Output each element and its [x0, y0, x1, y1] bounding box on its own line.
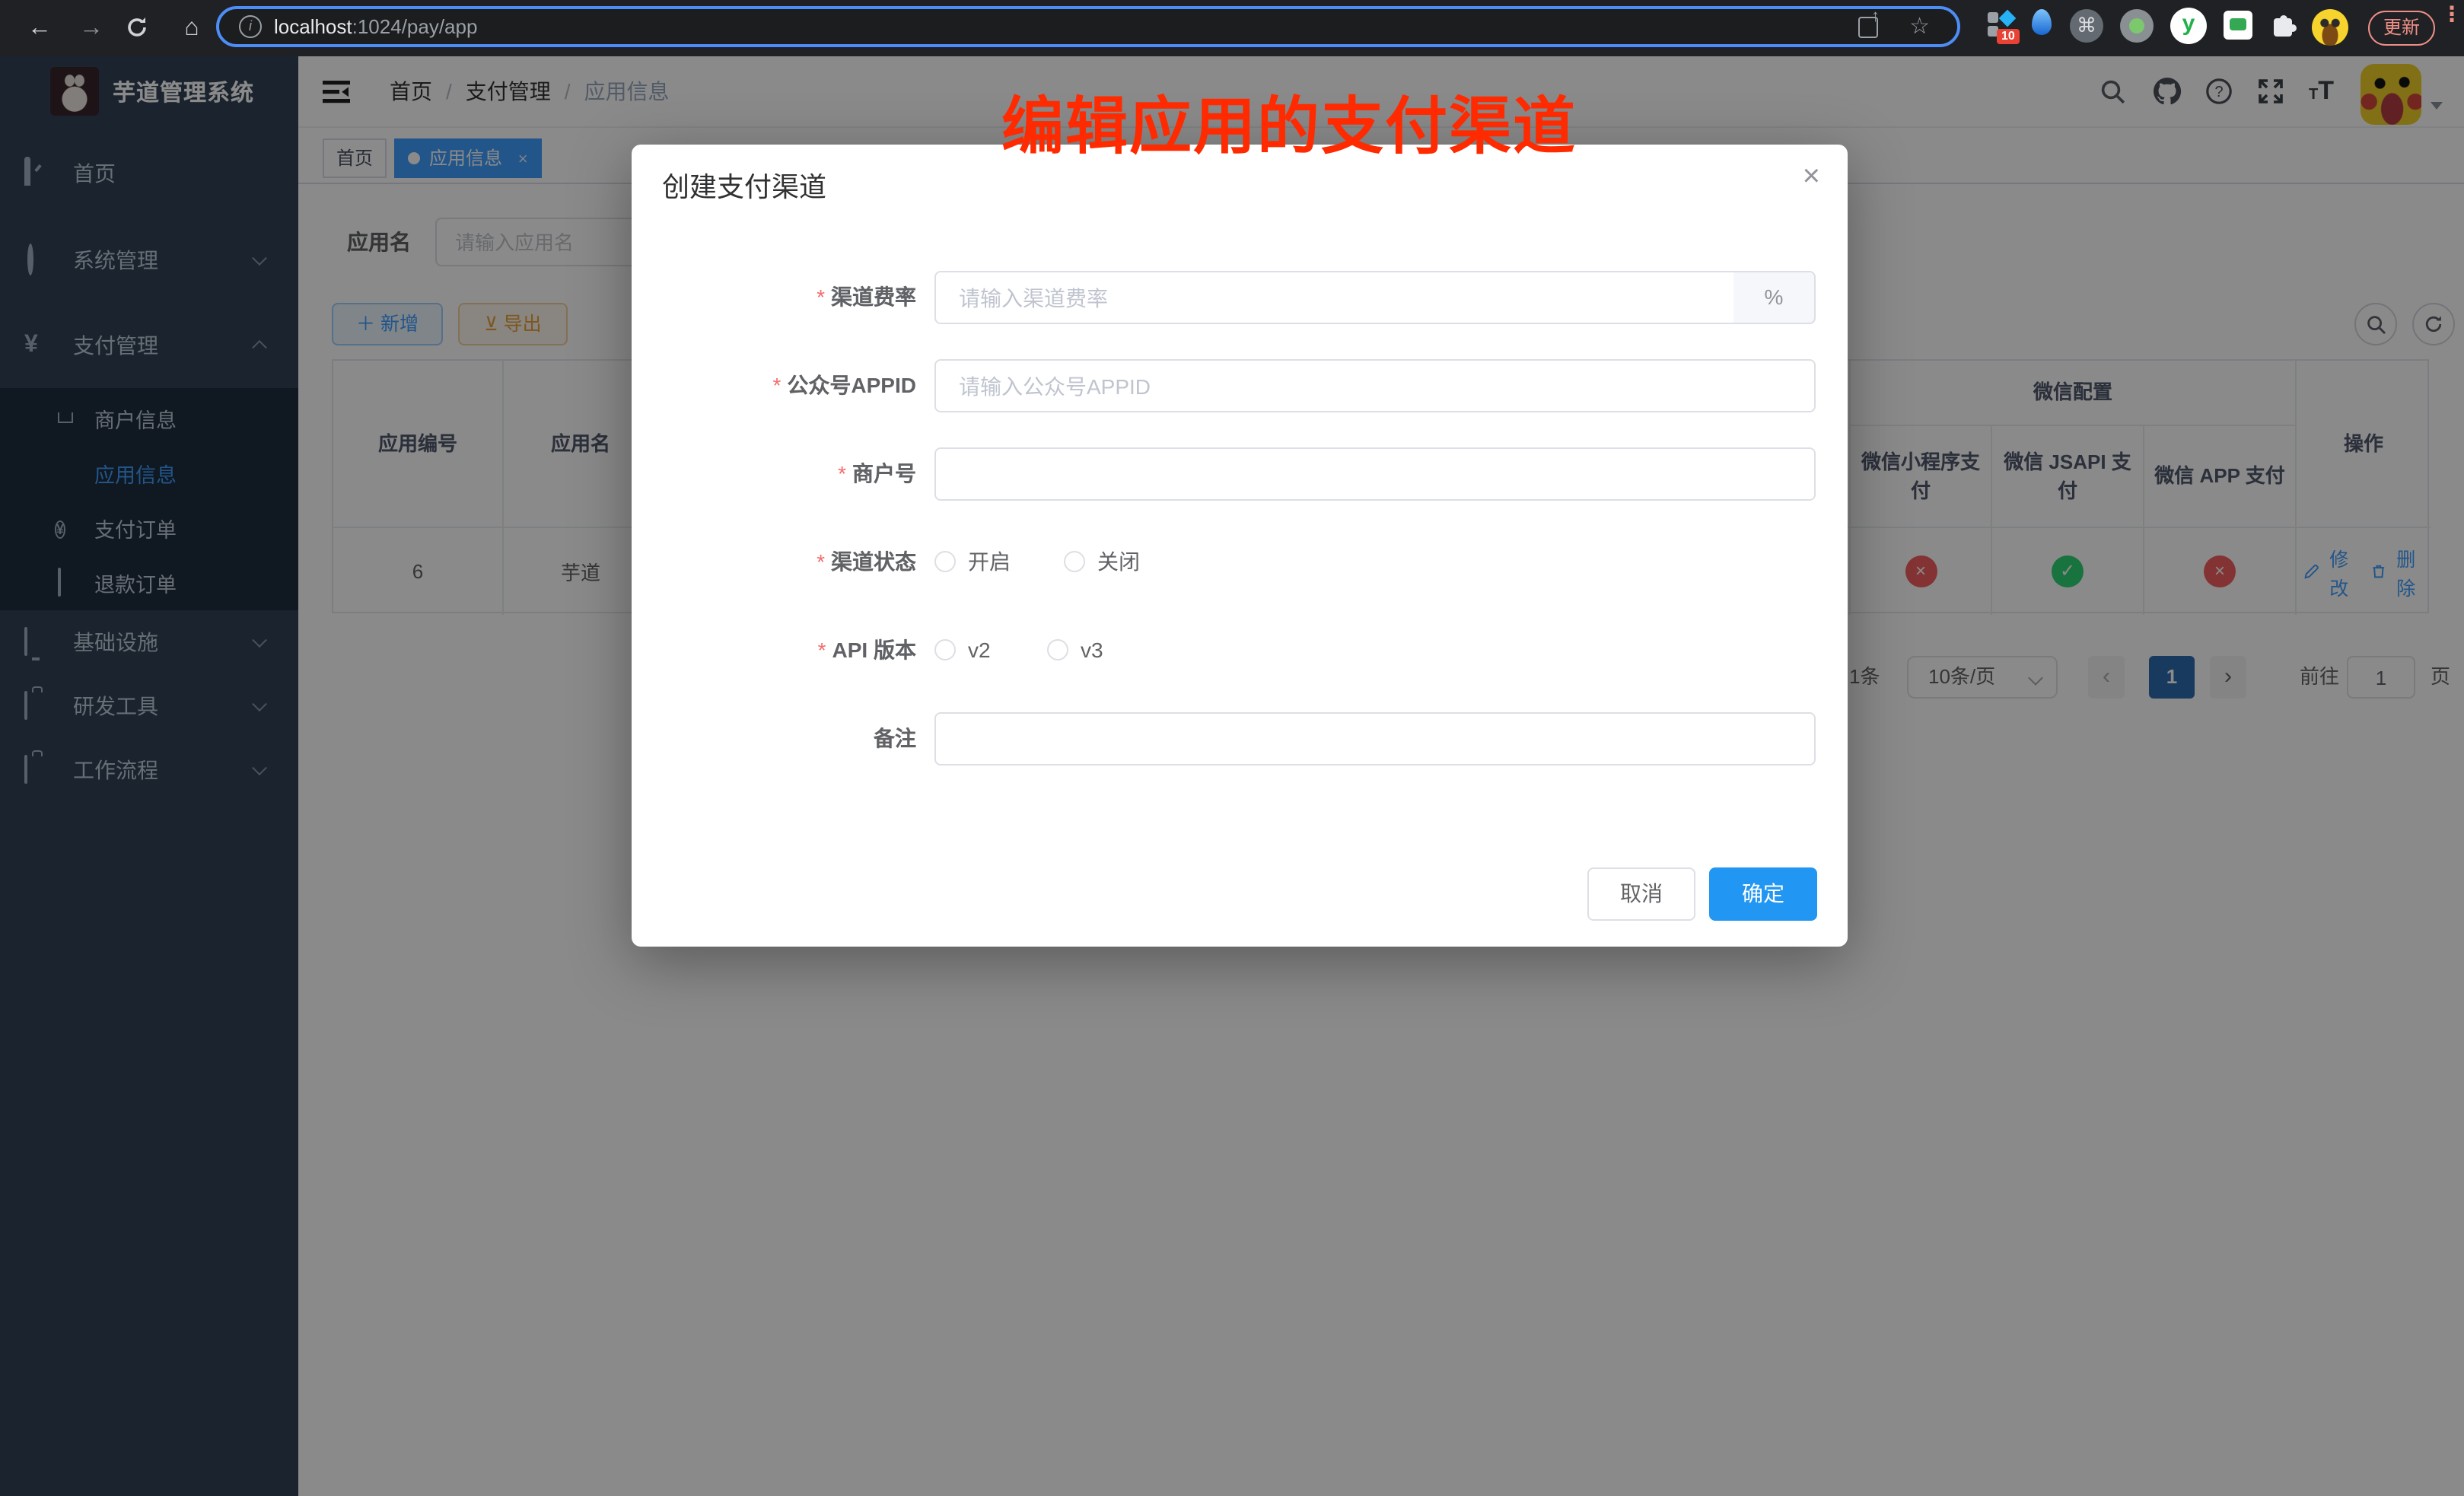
share-arrow-icon: ↑	[1871, 8, 1880, 26]
extension-chat-icon[interactable]	[2224, 11, 2252, 40]
extensions-puzzle-icon[interactable]	[2274, 18, 2292, 37]
address-bar[interactable]: i localhost:1024/pay/app ↑ ☆	[216, 6, 1960, 47]
field-label-rate: *渠道费率	[632, 282, 916, 312]
required-asterisk: *	[817, 549, 825, 574]
browser-menu-icon[interactable]: ⋮	[2441, 8, 2456, 21]
field-label-appid: *公众号APPID	[632, 370, 916, 400]
radio-label: 开启	[968, 546, 1011, 577]
browser-profile-avatar[interactable]	[2312, 9, 2348, 46]
required-asterisk: *	[838, 461, 846, 485]
radio-label: v3	[1081, 638, 1103, 662]
browser-back-icon[interactable]: ←	[21, 0, 58, 56]
create-pay-channel-dialog: 创建支付渠道 × *渠道费率 % *公众号APPID *商户号 *渠道状态 开启…	[632, 145, 1848, 947]
green-dot	[2129, 18, 2144, 33]
radio-label: 关闭	[1097, 546, 1140, 577]
radio-circle-icon	[934, 551, 956, 572]
field-label-remark: 备注	[632, 723, 916, 753]
api-v2-radio[interactable]: v2	[934, 635, 991, 665]
required-asterisk: *	[818, 638, 826, 662]
label-text: 备注	[874, 726, 916, 750]
browser-forward-icon[interactable]: →	[73, 0, 110, 56]
required-asterisk: *	[817, 285, 825, 309]
cancel-button[interactable]: 取消	[1587, 867, 1695, 921]
label-text: 渠道状态	[831, 549, 916, 574]
field-label-status: *渠道状态	[632, 546, 916, 577]
extension-record-icon[interactable]	[2120, 9, 2154, 43]
status-on-radio[interactable]: 开启	[934, 546, 1011, 577]
chat-bubble	[2230, 18, 2246, 30]
required-asterisk: *	[773, 373, 782, 397]
radio-label: v2	[968, 638, 991, 662]
extension-diamond	[1999, 10, 2017, 27]
label-text: 渠道费率	[831, 285, 916, 309]
dialog-title: 创建支付渠道	[662, 166, 826, 205]
extension-badge: 10	[1997, 29, 2020, 44]
label-text: 公众号APPID	[787, 373, 916, 397]
browser-update-button[interactable]: 更新	[2368, 11, 2435, 46]
status-off-radio[interactable]: 关闭	[1064, 546, 1140, 577]
mchid-input[interactable]	[934, 447, 1816, 501]
dialog-close-icon[interactable]: ×	[1803, 160, 1820, 195]
remark-input[interactable]	[934, 712, 1816, 766]
red-annotation-text: 编辑应用的支付渠道	[1001, 75, 1577, 166]
confirm-button[interactable]: 确定	[1709, 867, 1817, 921]
radio-circle-icon	[1047, 639, 1068, 660]
browser-home-icon[interactable]: ⌂	[173, 0, 210, 56]
bookmark-star-icon[interactable]: ☆	[1909, 12, 1930, 40]
extension-command-icon[interactable]: ⌘	[2070, 9, 2103, 43]
site-info-icon[interactable]: i	[239, 15, 262, 38]
label-text: 商户号	[852, 461, 916, 485]
extension-balloon-icon[interactable]	[2032, 9, 2052, 35]
rate-input[interactable]	[934, 271, 1735, 324]
field-label-api: *API 版本	[632, 635, 916, 665]
url-text[interactable]: localhost:1024/pay/app	[274, 9, 477, 44]
screen: ← → ⌂ i localhost:1024/pay/app ↑ ☆ 10 ⌘ …	[0, 0, 2464, 1496]
url-host: localhost	[274, 15, 352, 38]
field-label-mchid: *商户号	[632, 458, 916, 489]
appid-input[interactable]	[934, 359, 1816, 412]
extension-square	[1988, 12, 1998, 23]
rate-suffix: %	[1733, 271, 1816, 324]
radio-circle-icon	[934, 639, 956, 660]
browser-reload-icon[interactable]	[125, 15, 161, 41]
radio-circle-icon	[1064, 551, 1085, 572]
url-path: :1024/pay/app	[352, 15, 478, 38]
browser-toolbar: ← → ⌂ i localhost:1024/pay/app ↑ ☆ 10 ⌘ …	[0, 0, 2464, 56]
extension-y-icon[interactable]: y	[2170, 8, 2207, 44]
api-v3-radio[interactable]: v3	[1047, 635, 1103, 665]
label-text: API 版本	[832, 638, 916, 662]
